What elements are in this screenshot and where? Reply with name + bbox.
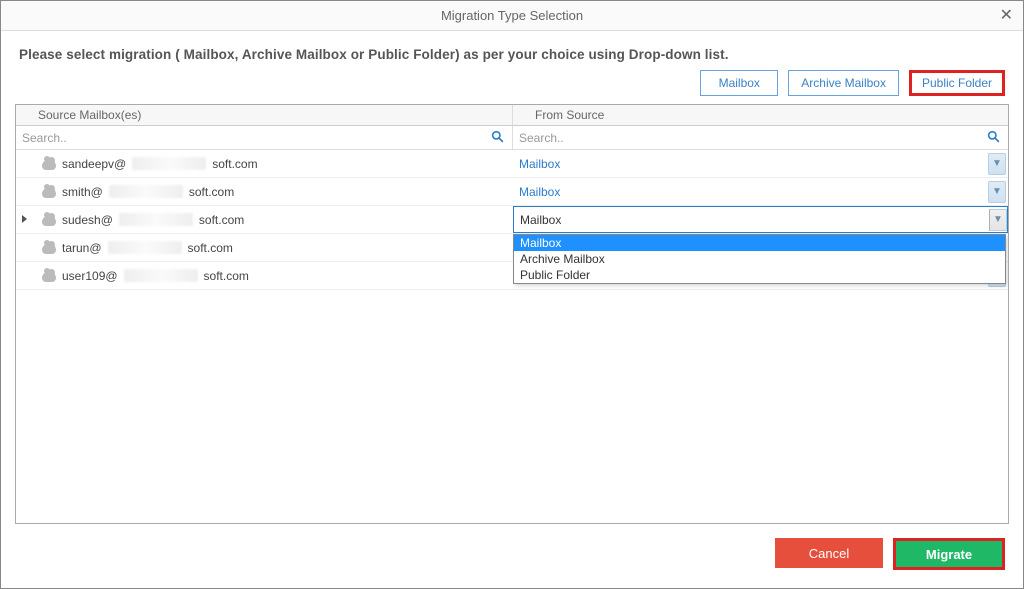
mailbox-address-suffix: soft.com <box>199 213 244 227</box>
mailbox-address-suffix: soft.com <box>212 157 257 171</box>
redacted-segment <box>109 185 183 198</box>
mailbox-address-prefix: tarun@ <box>62 241 102 255</box>
table-row[interactable]: smith@ soft.com Mailbox ▼ <box>16 178 1008 206</box>
dropdown-option[interactable]: Mailbox <box>514 235 1005 251</box>
cancel-button[interactable]: Cancel <box>775 538 883 568</box>
data-rows: sandeepv@ soft.com Mailbox ▼ smith@ soft… <box>16 150 1008 523</box>
dropdown-button[interactable]: ▼ <box>989 209 1007 231</box>
instruction-text: Please select migration ( Mailbox, Archi… <box>1 31 1023 70</box>
column-header-from[interactable]: From Source <box>513 105 1008 125</box>
top-filter-row: Mailbox Archive Mailbox Public Folder <box>1 70 1023 104</box>
filter-archive-mailbox-button[interactable]: Archive Mailbox <box>788 70 899 96</box>
mailbox-address-suffix: soft.com <box>188 241 233 255</box>
mailbox-address-prefix: sandeepv@ <box>62 157 126 171</box>
dropdown-option[interactable]: Public Folder <box>514 267 1005 283</box>
cloud-icon <box>42 216 56 226</box>
source-type-value[interactable]: Mailbox <box>519 157 560 171</box>
mailbox-address-prefix: smith@ <box>62 185 103 199</box>
redacted-segment <box>124 269 198 282</box>
cloud-icon <box>42 272 56 282</box>
redacted-segment <box>108 241 182 254</box>
search-input-source[interactable] <box>22 131 487 145</box>
search-cell-source <box>16 126 513 149</box>
titlebar: Migration Type Selection ✕ <box>1 1 1023 31</box>
footer-button-row: Cancel Migrate <box>1 524 1023 588</box>
search-cell-from <box>513 126 1008 149</box>
mailbox-grid: Source Mailbox(es) From Source sandeepv@… <box>15 104 1009 524</box>
filter-public-folder-button[interactable]: Public Folder <box>909 70 1005 96</box>
column-header-source[interactable]: Source Mailbox(es) <box>16 105 513 125</box>
source-type-value[interactable]: Mailbox <box>519 185 560 199</box>
dropdown-button[interactable]: ▼ <box>988 181 1006 203</box>
dropdown-option[interactable]: Archive Mailbox <box>514 251 1005 267</box>
table-row[interactable]: sandeepv@ soft.com Mailbox ▼ <box>16 150 1008 178</box>
source-type-dropdown[interactable]: Mailbox Archive Mailbox Public Folder <box>513 234 1006 284</box>
redacted-segment <box>119 213 193 226</box>
chevron-down-icon: ▼ <box>993 215 1003 225</box>
close-icon[interactable]: ✕ <box>1000 5 1013 25</box>
dialog-title: Migration Type Selection <box>441 8 583 23</box>
cloud-icon <box>42 244 56 254</box>
cloud-icon <box>42 188 56 198</box>
mailbox-address-prefix: sudesh@ <box>62 213 113 227</box>
migrate-button[interactable]: Migrate <box>893 538 1005 570</box>
redacted-segment <box>132 157 206 170</box>
source-type-value[interactable]: Mailbox <box>520 213 561 227</box>
dropdown-button[interactable]: ▼ <box>988 153 1006 175</box>
table-row[interactable]: sudesh@ soft.com Mailbox ▼ <box>16 206 1008 234</box>
mailbox-address-prefix: user109@ <box>62 269 118 283</box>
search-input-from[interactable] <box>519 131 983 145</box>
search-icon[interactable] <box>487 130 508 146</box>
search-icon[interactable] <box>983 130 1004 146</box>
filter-mailbox-button[interactable]: Mailbox <box>700 70 778 96</box>
mailbox-address-suffix: soft.com <box>189 185 234 199</box>
row-caret-icon <box>22 215 27 223</box>
chevron-down-icon: ▼ <box>992 159 1002 169</box>
search-row <box>16 126 1008 150</box>
cloud-icon <box>42 160 56 170</box>
chevron-down-icon: ▼ <box>992 187 1002 197</box>
mailbox-address-suffix: soft.com <box>204 269 249 283</box>
column-headers: Source Mailbox(es) From Source <box>16 105 1008 126</box>
